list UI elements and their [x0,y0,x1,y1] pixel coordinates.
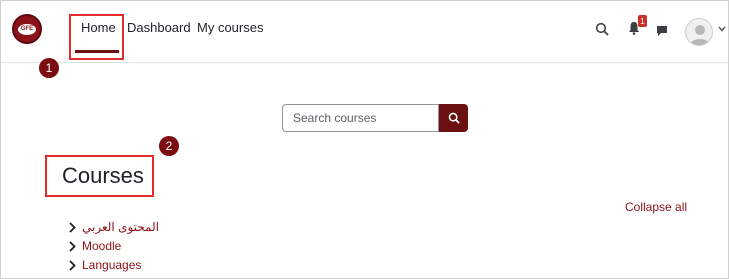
search-button[interactable] [439,104,468,132]
chevron-right-icon [69,240,76,252]
nav-dashboard-link[interactable]: Dashboard [127,20,191,35]
collapse-all-link[interactable]: Collapse all [625,200,687,214]
search-icon [448,112,460,124]
site-logo[interactable]: GFE [12,14,42,44]
home-highlight-box [69,14,124,60]
category-item[interactable]: Languages [67,258,141,272]
page-title: Courses [62,163,144,188]
avatar[interactable] [685,18,713,46]
step-marker-1: 1 [39,58,59,78]
category-label: Moodle [82,239,122,253]
notification-badge: 1 [638,15,647,27]
search-icon[interactable] [595,22,609,41]
category-label: المحتوى العربي [82,220,159,234]
category-item[interactable]: Moodle [67,239,121,253]
chevron-right-icon [69,259,76,271]
search-courses-input[interactable] [282,104,439,132]
chevron-down-icon[interactable] [718,24,726,35]
chat-icon[interactable] [656,24,668,42]
logo-text: GFE [18,23,36,35]
category-item[interactable]: المحتوى العربي [67,220,159,234]
chevron-right-icon [69,221,76,233]
nav-my-courses-link[interactable]: My courses [197,20,263,35]
category-label: Languages [82,258,142,272]
step-marker-2: 2 [159,136,179,156]
